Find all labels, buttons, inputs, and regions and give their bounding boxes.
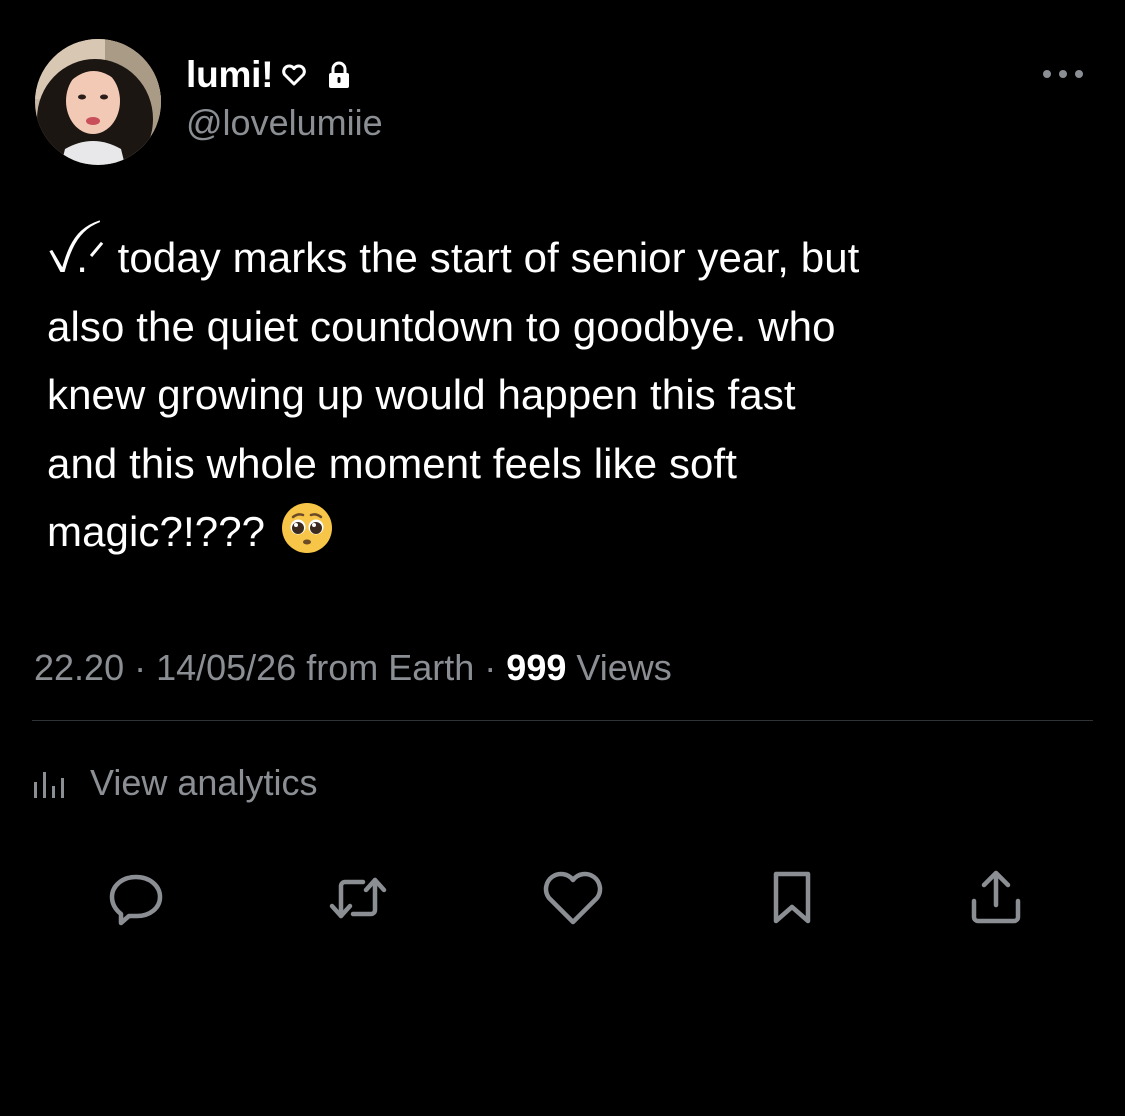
divider	[32, 720, 1093, 721]
reply-button[interactable]	[104, 866, 168, 930]
view-analytics-label: View analytics	[90, 762, 318, 803]
display-name[interactable]: lumi!	[186, 54, 274, 96]
action-bar	[0, 866, 1125, 930]
profile-photo	[35, 39, 161, 165]
like-button[interactable]	[541, 866, 605, 930]
repost-icon	[329, 877, 387, 919]
tweet-meta: 22.20 · 14/05/26 from Earth · 999 Views	[34, 647, 672, 689]
handle[interactable]: @lovelumiie	[186, 102, 383, 144]
meta-separator: ·	[124, 647, 157, 688]
view-analytics-button[interactable]: View analytics	[32, 760, 317, 806]
heart-icon	[543, 871, 603, 925]
pleading-face-emoji	[281, 502, 333, 575]
bookmark-button[interactable]	[760, 866, 824, 930]
meta-separator: ·	[474, 647, 507, 688]
reply-icon	[109, 874, 163, 926]
tweet-body: ꪜ.ᐟ today marks the start of senior year…	[47, 234, 860, 555]
heart-icon	[281, 63, 307, 87]
bookmark-icon	[773, 871, 811, 924]
tweet-time: 22.20	[34, 647, 125, 688]
bar-chart-icon	[34, 772, 64, 798]
avatar[interactable]	[35, 39, 161, 165]
more-icon	[1043, 70, 1083, 78]
tweet-date: 14/05/26	[156, 647, 297, 688]
share-button[interactable]	[964, 866, 1028, 930]
pleading-face-icon	[281, 503, 332, 553]
views-label: Views	[566, 647, 672, 688]
author-name-row: lumi!	[186, 52, 351, 98]
tweet-text: ꪜ.ᐟ today marks the start of senior year…	[47, 224, 1097, 575]
more-options-button[interactable]	[1038, 56, 1088, 92]
lock-icon	[327, 61, 351, 89]
views-count: 999	[506, 647, 567, 688]
repost-button[interactable]	[326, 866, 390, 930]
share-icon	[971, 870, 1021, 924]
tweet-detail: lumi! @lovelumiie ꪜ.ᐟ today marks the st…	[0, 0, 1125, 1116]
tweet-source: from Earth	[296, 647, 475, 688]
